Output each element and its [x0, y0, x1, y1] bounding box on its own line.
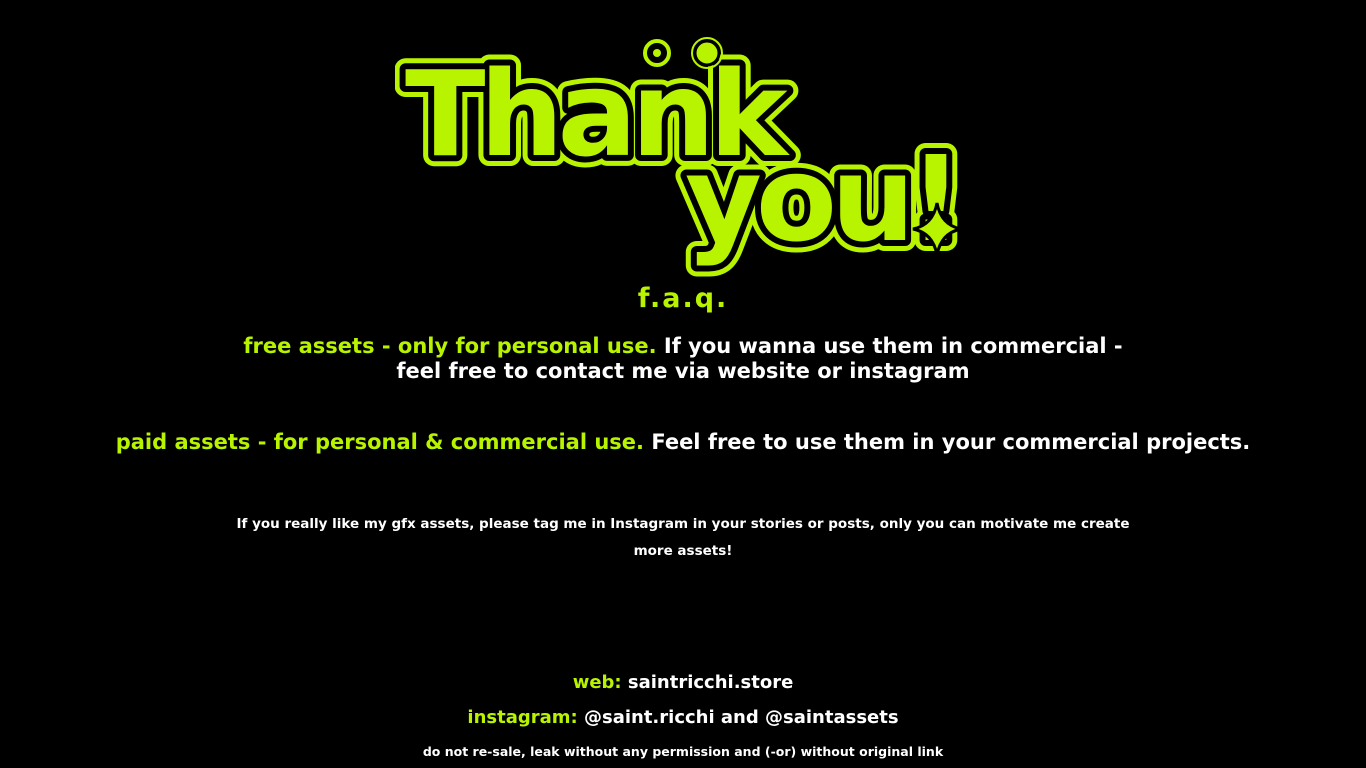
thank-you-logo: Thank Thank Thank you! you! you!	[395, 34, 974, 279]
web-link[interactable]: saintricchi.store	[622, 672, 793, 693]
free-assets-text-2: feel free to contact me via website or i…	[396, 359, 970, 383]
paid-assets-highlight: paid assets - for personal & commercial …	[115, 430, 645, 454]
free-assets-info: free assets - only for personal use. If …	[0, 334, 1366, 384]
instagram-handles[interactable]: @saint.ricchi and @saintassets	[578, 707, 899, 728]
web-contact: web: saintricchi.store	[0, 672, 1366, 693]
support-note-line-1: If you really like my gfx assets, please…	[236, 516, 1130, 532]
instagram-label: instagram:	[467, 707, 578, 728]
web-label: web:	[572, 672, 622, 693]
free-assets-text-1: If you wanna use them in commercial -	[656, 334, 1123, 358]
logo-line2: you!	[685, 130, 957, 268]
support-note: If you really like my gfx assets, please…	[0, 511, 1366, 565]
paid-assets-text: Feel free to use them in your commercial…	[644, 430, 1251, 454]
instagram-contact: instagram: @saint.ricchi and @saintasset…	[0, 707, 1366, 728]
faq-title: f.a.q.	[637, 283, 729, 314]
license-warning: do not re-sale, leak without any permiss…	[422, 744, 944, 759]
paid-assets-info: paid assets - for personal & commercial …	[0, 430, 1366, 454]
thank-you-page: Thank Thank Thank you! you! you! f.a.q. …	[0, 0, 1366, 768]
free-assets-line-1: free assets - only for personal use. If …	[0, 334, 1366, 359]
free-assets-highlight: free assets - only for personal use.	[243, 334, 657, 358]
support-note-line-2: more assets!	[633, 543, 733, 559]
